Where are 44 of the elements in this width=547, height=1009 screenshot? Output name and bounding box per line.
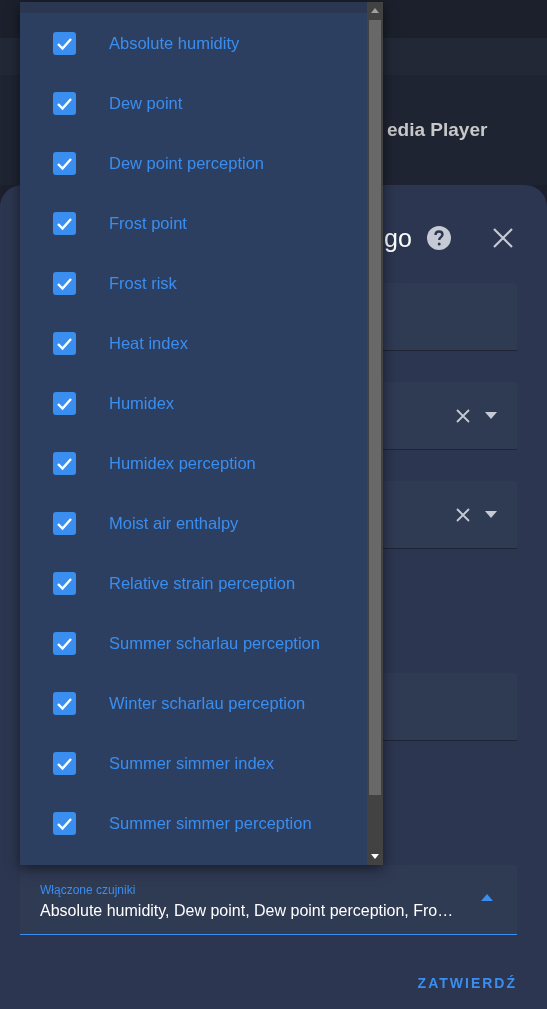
option-label[interactable]: Summer scharlau perception bbox=[109, 633, 320, 653]
option-label[interactable]: Heat index bbox=[109, 333, 188, 353]
option-label[interactable]: Humidex perception bbox=[109, 453, 256, 473]
checkbox[interactable] bbox=[53, 271, 76, 295]
option-label[interactable]: Winter scharlau perception bbox=[109, 693, 306, 713]
option-label[interactable]: Relative strain perception bbox=[109, 573, 296, 593]
scroll-up-icon[interactable] bbox=[371, 8, 379, 13]
help-icon[interactable] bbox=[425, 225, 452, 251]
checkbox[interactable] bbox=[53, 751, 76, 775]
option-label[interactable]: Summer simmer perception bbox=[109, 813, 312, 833]
clear-icon[interactable] bbox=[455, 407, 471, 424]
clear-icon[interactable] bbox=[455, 506, 471, 523]
caret-icon bbox=[481, 894, 493, 901]
dialog-title: go bbox=[384, 223, 412, 253]
field-label: Włączone czujniki bbox=[40, 883, 136, 897]
checkbox[interactable] bbox=[53, 511, 76, 535]
sensors-select-field[interactable]: Włączone czujniki Absolute humidity, Dew point, Dew point perception, Fro… bbox=[20, 865, 517, 935]
option-label[interactable]: Absolute humidity bbox=[109, 33, 240, 53]
checkbox[interactable] bbox=[53, 211, 76, 235]
option-label[interactable]: Dew point perception bbox=[109, 153, 264, 173]
checkbox[interactable] bbox=[53, 151, 76, 175]
caret-icon bbox=[485, 511, 497, 518]
checkbox[interactable] bbox=[53, 451, 76, 475]
checkbox[interactable] bbox=[53, 91, 76, 115]
checkbox[interactable] bbox=[53, 631, 76, 655]
checkbox[interactable] bbox=[53, 391, 76, 415]
checkbox[interactable] bbox=[53, 691, 76, 715]
option-label[interactable]: Summer simmer index bbox=[109, 753, 275, 773]
confirm-button[interactable]: ZATWIERDŹ bbox=[417, 969, 517, 997]
option-label[interactable]: Frost point bbox=[109, 213, 187, 233]
scrollbar[interactable] bbox=[367, 2, 383, 865]
option-label[interactable]: Frost risk bbox=[109, 273, 177, 293]
checkbox[interactable] bbox=[53, 811, 76, 835]
checkbox[interactable] bbox=[53, 31, 76, 55]
header-text: edia Player bbox=[387, 119, 488, 141]
checkbox[interactable] bbox=[53, 331, 76, 355]
field-value: Absolute humidity, Dew point, Dew point perception, Fro… bbox=[40, 902, 454, 920]
scroll-down-icon[interactable] bbox=[371, 854, 379, 859]
close-icon[interactable] bbox=[491, 227, 514, 249]
option-label[interactable]: Dew point bbox=[109, 93, 183, 113]
option-label[interactable]: Humidex bbox=[109, 393, 175, 413]
checkbox[interactable] bbox=[53, 571, 76, 595]
caret-icon bbox=[485, 412, 497, 419]
option-label[interactable]: Moist air enthalpy bbox=[109, 513, 239, 533]
